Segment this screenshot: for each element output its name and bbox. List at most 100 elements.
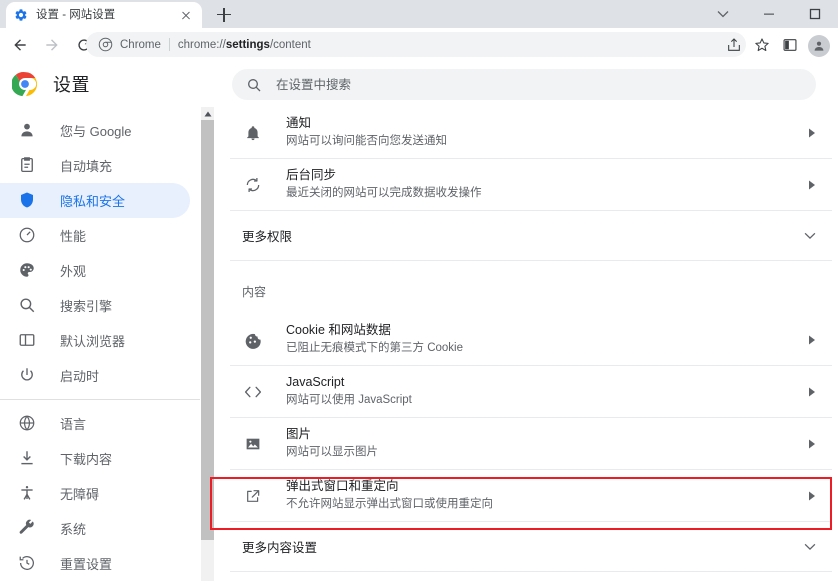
sidebar-item-languages[interactable]: 语言 <box>0 406 190 441</box>
new-tab-button[interactable] <box>212 4 236 26</box>
sidebar-item-label: 自动填充 <box>60 156 112 175</box>
sidebar-item-on-startup[interactable]: 启动时 <box>0 358 190 393</box>
share-icon[interactable] <box>720 31 748 58</box>
sidebar-item-autofill[interactable]: 自动填充 <box>0 148 190 183</box>
content-group-title: 内容 <box>230 261 832 314</box>
shield-icon <box>18 191 38 211</box>
sidebar-item-search-engine[interactable]: 搜索引擎 <box>0 288 190 323</box>
browser-window: 设置 - 网站设置 <box>0 0 838 581</box>
settings-sidebar: 您与 Google 自动填充 隐私和安全 <box>0 107 200 581</box>
page-title: 设置 <box>53 71 90 97</box>
browser-toolbar: Chrome chrome://settings/content <box>0 28 838 61</box>
setting-subtitle: 网站可以使用 JavaScript <box>286 392 802 409</box>
chevron-right-icon[interactable] <box>802 330 822 350</box>
expander-more-content-settings[interactable]: 更多内容设置 <box>230 522 832 572</box>
power-icon <box>18 366 38 386</box>
bookmark-star-icon[interactable] <box>748 31 776 58</box>
chevron-right-icon[interactable] <box>802 175 822 195</box>
restore-clock-icon <box>18 554 38 574</box>
bell-icon <box>242 122 264 144</box>
expander-label: 更多权限 <box>242 226 292 245</box>
sidebar-item-system[interactable]: 系统 <box>0 511 190 546</box>
chevron-down-icon[interactable] <box>800 226 820 246</box>
sidebar-item-accessibility[interactable]: 无障碍 <box>0 476 190 511</box>
setting-subtitle: 不允许网站显示弹出式窗口或使用重定向 <box>286 496 802 513</box>
scrollbar-thumb[interactable] <box>201 120 214 540</box>
back-arrow-icon[interactable] <box>6 31 34 59</box>
sidebar-item-label: 系统 <box>60 519 86 538</box>
address-bar[interactable]: Chrome chrome://settings/content <box>86 32 746 57</box>
setting-title: JavaScript <box>286 374 802 391</box>
setting-title: 图片 <box>286 426 802 443</box>
setting-row-text: Cookie 和网站数据 已阻止无痕模式下的第三方 Cookie <box>286 322 802 357</box>
omnibox-separator <box>169 38 170 51</box>
setting-title: 后台同步 <box>286 167 802 184</box>
setting-row-popups-and-redirects[interactable]: 弹出式窗口和重定向 不允许网站显示弹出式窗口或使用重定向 <box>230 470 832 522</box>
setting-row-text: 图片 网站可以显示图片 <box>286 426 802 461</box>
sidebar-item-label: 搜索引擎 <box>60 296 112 315</box>
window-controls <box>700 0 838 28</box>
profile-avatar[interactable] <box>808 35 830 57</box>
sidebar-item-label: 隐私和安全 <box>60 191 125 210</box>
chevron-right-icon[interactable] <box>802 123 822 143</box>
search-input[interactable] <box>276 78 802 92</box>
code-brackets-icon <box>242 381 264 403</box>
globe-icon <box>18 414 38 434</box>
browser-tab[interactable]: 设置 - 网站设置 <box>6 2 202 28</box>
setting-row-text: JavaScript 网站可以使用 JavaScript <box>286 374 802 409</box>
sidebar-item-downloads[interactable]: 下载内容 <box>0 441 190 476</box>
setting-row-javascript[interactable]: JavaScript 网站可以使用 JavaScript <box>230 366 832 418</box>
url-bold: settings <box>226 39 270 51</box>
cookie-icon <box>242 329 264 351</box>
setting-row-background-sync[interactable]: 后台同步 最近关闭的网站可以完成数据收发操作 <box>230 159 832 211</box>
sidebar-scrollbar[interactable] <box>201 107 214 581</box>
sidebar-item-default-browser[interactable]: 默认浏览器 <box>0 323 190 358</box>
chevron-right-icon[interactable] <box>802 486 822 506</box>
tab-search-button[interactable] <box>700 0 746 28</box>
sidebar-item-reset-settings[interactable]: 重置设置 <box>0 546 190 581</box>
setting-row-text: 通知 网站可以询问能否向您发送通知 <box>286 115 802 150</box>
setting-row-text: 弹出式窗口和重定向 不允许网站显示弹出式窗口或使用重定向 <box>286 478 802 513</box>
sidebar-item-you-and-google[interactable]: 您与 Google <box>0 113 190 148</box>
chevron-down-icon[interactable] <box>800 537 820 557</box>
setting-title: 通知 <box>286 115 802 132</box>
sidebar-item-label: 启动时 <box>60 366 99 385</box>
setting-title: Cookie 和网站数据 <box>286 322 802 339</box>
omnibox-url: chrome://settings/content <box>178 39 311 51</box>
settings-search-box[interactable] <box>232 69 816 100</box>
chevron-right-icon[interactable] <box>802 434 822 454</box>
setting-row-notifications[interactable]: 通知 网站可以询问能否向您发送通知 <box>230 107 832 159</box>
toolbar-actions <box>720 31 834 58</box>
url-prefix: chrome:// <box>178 39 226 51</box>
settings-gear-icon <box>14 8 28 22</box>
image-icon <box>242 433 264 455</box>
maximize-button[interactable] <box>792 0 838 28</box>
setting-title: 弹出式窗口和重定向 <box>286 478 802 495</box>
sidebar-item-label: 语言 <box>60 414 86 433</box>
url-suffix: /content <box>270 39 311 51</box>
expander-more-permissions[interactable]: 更多权限 <box>230 211 832 261</box>
setting-row-images[interactable]: 图片 网站可以显示图片 <box>230 418 832 470</box>
forward-arrow-icon[interactable] <box>38 31 66 59</box>
side-panel-icon[interactable] <box>776 31 804 58</box>
sidebar-item-privacy-and-security[interactable]: 隐私和安全 <box>0 183 190 218</box>
person-icon <box>18 121 38 141</box>
setting-row-text: 后台同步 最近关闭的网站可以完成数据收发操作 <box>286 167 802 202</box>
setting-row-cookies[interactable]: Cookie 和网站数据 已阻止无痕模式下的第三方 Cookie <box>230 314 832 366</box>
chevron-right-icon[interactable] <box>802 382 822 402</box>
sidebar-item-performance[interactable]: 性能 <box>0 218 190 253</box>
minimize-button[interactable] <box>746 0 792 28</box>
download-icon <box>18 449 38 469</box>
browser-window-icon <box>18 331 38 351</box>
setting-subtitle: 已阻止无痕模式下的第三方 Cookie <box>286 340 802 357</box>
sidebar-item-label: 无障碍 <box>60 484 99 503</box>
accessibility-icon <box>18 484 38 504</box>
close-icon[interactable] <box>178 7 194 23</box>
sidebar-item-appearance[interactable]: 外观 <box>0 253 190 288</box>
palette-icon <box>18 261 38 281</box>
setting-subtitle: 网站可以询问能否向您发送通知 <box>286 133 802 150</box>
wrench-icon <box>18 519 38 539</box>
content-card: 通知 网站可以询问能否向您发送通知 <box>230 107 832 572</box>
scroll-up-arrow-icon[interactable] <box>201 107 214 120</box>
omnibox-chip-label: Chrome <box>120 39 161 51</box>
